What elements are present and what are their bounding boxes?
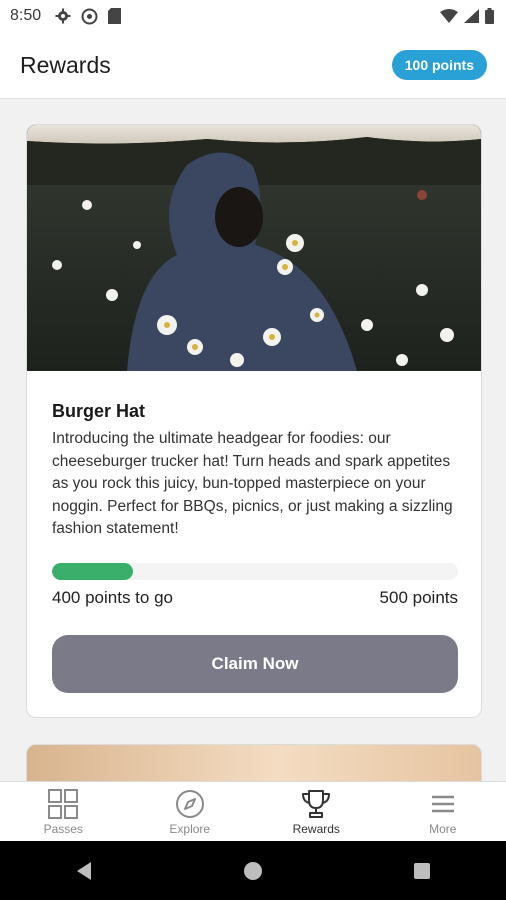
settings-icon — [55, 8, 71, 24]
points-to-go: 400 points to go — [52, 588, 173, 607]
nav-label-more: More — [429, 822, 457, 836]
nav-item-rewards[interactable]: Rewards — [253, 782, 380, 841]
nav-label-rewards: Rewards — [292, 822, 340, 836]
recents-icon[interactable] — [411, 860, 433, 882]
nav-item-more[interactable]: More — [380, 782, 506, 841]
points-progress-fill — [52, 563, 134, 580]
data-saver-icon — [81, 8, 98, 24]
bottom-navigation: Passes Explore Rewards More — [0, 781, 506, 841]
page-title: Rewards — [20, 51, 111, 78]
grid-icon — [48, 789, 79, 819]
sd-card-icon — [108, 8, 122, 24]
app-bar: Rewards 100 points — [0, 32, 506, 99]
points-required: 500 points — [379, 588, 458, 607]
back-icon[interactable] — [73, 860, 95, 882]
rewards-list[interactable]: Burger Hat Introducing the ultimate head… — [0, 100, 506, 781]
battery-icon — [485, 8, 494, 24]
reward-card[interactable]: Burger Hat Introducing the ultimate head… — [26, 124, 482, 718]
menu-icon — [431, 795, 454, 813]
points-badge[interactable]: 100 points — [391, 50, 487, 80]
progress-labels: 400 points to go 500 points — [52, 588, 458, 608]
reward-card-next[interactable] — [26, 744, 482, 781]
reward-image — [27, 125, 481, 371]
nav-item-passes[interactable]: Passes — [0, 782, 127, 841]
status-bar: 8:50 — [0, 0, 506, 32]
nav-label-passes: Passes — [43, 822, 83, 836]
compass-icon — [175, 790, 204, 818]
claim-now-button[interactable]: Claim Now — [52, 635, 458, 693]
home-icon[interactable] — [242, 860, 264, 882]
nav-label-explore: Explore — [169, 822, 211, 836]
points-progress-bar — [52, 563, 458, 580]
nav-item-explore[interactable]: Explore — [127, 782, 254, 841]
reward-title: Burger Hat — [52, 401, 146, 421]
system-navigation-bar — [0, 841, 506, 900]
reward-description: Introducing the ultimate headgear for fo… — [52, 430, 453, 537]
trophy-icon — [302, 790, 331, 818]
status-time: 8:50 — [10, 7, 42, 24]
cell-signal-icon — [464, 9, 479, 23]
wifi-icon — [440, 9, 458, 23]
reward-details: Burger Hat Introducing the ultimate head… — [52, 401, 458, 541]
